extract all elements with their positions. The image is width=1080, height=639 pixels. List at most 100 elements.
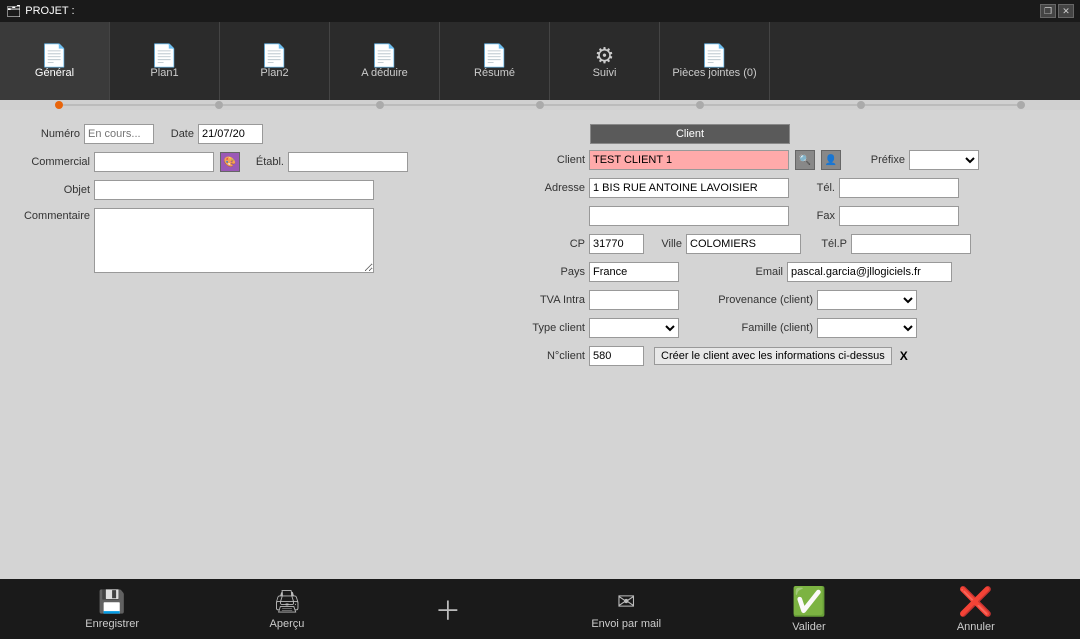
adresse-row1: Adresse Tél. <box>530 178 1060 198</box>
client-header-wrapper: Client <box>530 124 1060 144</box>
titlebar: 🗂 PROJET : ❐ ✕ <box>0 0 1080 22</box>
enregistrer-label: Enregistrer <box>85 618 139 630</box>
etabl-input[interactable] <box>288 152 408 172</box>
progress-dot-3 <box>376 101 384 109</box>
tab-pieces-label: Pièces jointes (0) <box>672 67 756 79</box>
tab-general[interactable]: 📄 Général <box>0 22 110 100</box>
annuler-button[interactable]: ❌ Annuler <box>957 585 995 633</box>
tab-resume-label: Résumé <box>474 67 515 79</box>
tab-general-label: Général <box>35 67 74 79</box>
tab-a-deduire[interactable]: 📄 A déduire <box>330 22 440 100</box>
fax-input[interactable] <box>839 206 959 226</box>
tva-input[interactable] <box>589 290 679 310</box>
main-content: Numéro Date Commercial 🎨 Établ. Objet Co <box>0 110 1080 579</box>
commentaire-textarea[interactable] <box>94 208 374 273</box>
type-select[interactable] <box>589 318 679 338</box>
nclient-label: N°client <box>530 350 585 362</box>
general-icon: 📄 <box>41 45 68 67</box>
progress-dot-4 <box>536 101 544 109</box>
numero-date-row: Numéro Date <box>20 124 520 144</box>
type-label: Type client <box>530 322 585 334</box>
add-button[interactable]: ＋ <box>435 591 461 628</box>
annuler-label: Annuler <box>957 621 995 633</box>
client-add-icon[interactable]: 👤 <box>821 150 841 170</box>
apercu-button[interactable]: 🖨 Aperçu <box>270 589 305 630</box>
deduire-icon: 📄 <box>371 45 398 67</box>
tel-label: Tél. <box>803 182 835 194</box>
adresse-input[interactable] <box>589 178 789 198</box>
apercu-icon: 🖨 <box>273 589 301 615</box>
ville-input[interactable] <box>686 234 801 254</box>
restore-button[interactable]: ❐ <box>1040 4 1056 18</box>
famille-select[interactable] <box>817 318 917 338</box>
telp-input[interactable] <box>851 234 971 254</box>
tab-plan1-label: Plan1 <box>150 67 178 79</box>
tab-suivi[interactable]: ⚙ Suivi <box>550 22 660 100</box>
numero-label: Numéro <box>20 128 80 140</box>
progress-bar <box>0 100 1080 110</box>
tab-plan1[interactable]: 📄 Plan1 <box>110 22 220 100</box>
tab-resume[interactable]: 📄 Résumé <box>440 22 550 100</box>
commentaire-row: Commentaire <box>20 208 520 273</box>
tab-plan2[interactable]: 📄 Plan2 <box>220 22 330 100</box>
client-row: Client 🔍 👤 Préfixe <box>530 150 1060 170</box>
email-input[interactable] <box>787 262 952 282</box>
plan2-icon: 📄 <box>261 45 288 67</box>
apercu-label: Aperçu <box>270 618 305 630</box>
creer-client-button[interactable]: Créer le client avec les informations ci… <box>654 347 892 365</box>
numero-input[interactable] <box>84 124 154 144</box>
progress-dot-5 <box>696 101 704 109</box>
prefixe-select[interactable] <box>909 150 979 170</box>
pieces-icon: 📄 <box>701 45 728 67</box>
resume-icon: 📄 <box>481 45 508 67</box>
commercial-color-icon[interactable]: 🎨 <box>220 152 240 172</box>
right-section: Client Client 🔍 👤 Préfixe Adresse Tél. <box>530 124 1060 366</box>
enregistrer-button[interactable]: 💾 Enregistrer <box>85 589 139 630</box>
nclient-row: N°client Créer le client avec les inform… <box>530 346 1060 366</box>
close-button[interactable]: ✕ <box>1058 4 1074 18</box>
objet-row: Objet <box>20 180 520 200</box>
pays-label: Pays <box>530 266 585 278</box>
valider-label: Valider <box>792 621 825 633</box>
tab-pieces[interactable]: 📄 Pièces jointes (0) <box>660 22 770 100</box>
creer-close-button[interactable]: X <box>900 349 908 363</box>
envoi-button[interactable]: ✉ Envoi par mail <box>591 589 661 630</box>
valider-icon: ✅ <box>791 585 826 618</box>
plan1-icon: 📄 <box>151 45 178 67</box>
tab-suivi-label: Suivi <box>593 67 617 79</box>
nclient-input[interactable] <box>589 346 644 366</box>
adresse-row2: Fax <box>530 206 1060 226</box>
annuler-icon: ❌ <box>958 585 993 618</box>
valider-button[interactable]: ✅ Valider <box>791 585 826 633</box>
provenance-select[interactable] <box>817 290 917 310</box>
progress-dot-1 <box>55 101 63 109</box>
app-icon: 🗂 <box>6 4 21 18</box>
provenance-label: Provenance (client) <box>703 294 813 306</box>
mail-icon: ✉ <box>617 589 635 615</box>
adresse-label: Adresse <box>530 182 585 194</box>
ville-label: Ville <box>654 238 682 250</box>
adresse2-input[interactable] <box>589 206 789 226</box>
commercial-input[interactable] <box>94 152 214 172</box>
tel-input[interactable] <box>839 178 959 198</box>
tab-deduire-label: A déduire <box>361 67 407 79</box>
envoi-label: Envoi par mail <box>591 618 661 630</box>
tab-plan2-label: Plan2 <box>260 67 288 79</box>
date-input[interactable] <box>198 124 263 144</box>
objet-input[interactable] <box>94 180 374 200</box>
titlebar-left: 🗂 PROJET : <box>6 4 75 18</box>
left-section: Numéro Date Commercial 🎨 Établ. Objet Co <box>20 124 520 281</box>
etabl-label: Établ. <box>254 156 284 168</box>
progress-line-2 <box>223 104 375 106</box>
client-section-button[interactable]: Client <box>590 124 790 144</box>
progress-line-1 <box>63 104 215 106</box>
cp-input[interactable] <box>589 234 644 254</box>
famille-label: Famille (client) <box>703 322 813 334</box>
pays-input[interactable] <box>589 262 679 282</box>
progress-line-3 <box>384 104 536 106</box>
client-search-icon[interactable]: 🔍 <box>795 150 815 170</box>
client-input[interactable] <box>589 150 789 170</box>
suivi-icon: ⚙ <box>595 45 615 67</box>
tva-provenance-row: TVA Intra Provenance (client) <box>530 290 1060 310</box>
commentaire-label: Commentaire <box>20 208 90 222</box>
